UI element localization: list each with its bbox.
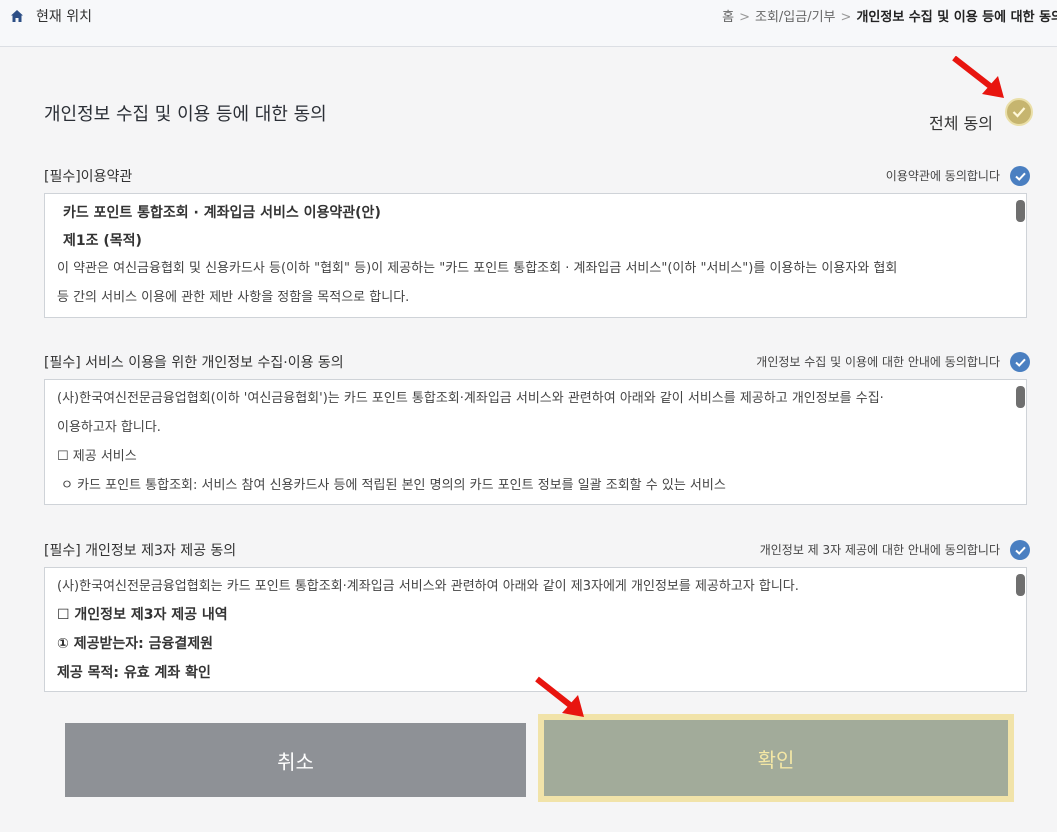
privacy-list-item: ㅇ 카드 포인트 통합조회: 서비스 참여 신용카드사 등에 적립된 본인 명의… (61, 478, 726, 493)
privacy-list-heading: ☐ 제공 서비스 (57, 449, 137, 464)
section-agree-label[interactable]: 개인정보 제 3자 제공에 대한 안내에 동의합니다 (760, 541, 1000, 558)
privacy-content-box[interactable]: (사)한국여신전문금융업협회(이하 '여신금융협회')는 카드 포인트 통합조회… (44, 379, 1027, 505)
third-party-recipient: ① 제공받는자: 금융결제원 (57, 636, 213, 652)
check-icon (1014, 172, 1026, 181)
terms-content-box[interactable]: 카드 포인트 통합조회 · 계좌입금 서비스 이용약관(안) 제1조 (목적) … (44, 193, 1027, 318)
section-terms-header: [필수]이용약관 이용약관에 동의합니다 (44, 166, 1030, 188)
section-title: [필수]이용약관 (44, 169, 133, 185)
location-bar: 현재 위치 홈 > 조회/입금/기부 > 개인정보 수집 및 이용 등에 대한 동의 (0, 0, 1057, 47)
terms-doc-title: 카드 포인트 통합조회 · 계좌입금 서비스 이용약관(안) (63, 205, 381, 221)
section-title: [필수] 서비스 이용을 위한 개인정보 수집·이용 동의 (44, 355, 344, 371)
privacy-paragraph: 이용하고자 합니다. (57, 420, 161, 435)
scrollbar-thumb[interactable] (1016, 386, 1025, 408)
cancel-button[interactable]: 취소 (65, 723, 526, 797)
third-party-paragraph: (사)한국여신전문금융업협회는 카드 포인트 통합조회·계좌입금 서비스와 관련… (57, 579, 799, 594)
section-privacy-header: [필수] 서비스 이용을 위한 개인정보 수집·이용 동의 개인정보 수집 및 … (44, 352, 1030, 374)
all-agree-check-icon[interactable] (1005, 98, 1033, 126)
red-arrow-icon (952, 56, 1004, 98)
terms-paragraph: 등 간의 서비스 이용에 관한 제반 사항을 정함을 목적으로 합니다. (57, 290, 410, 305)
scrollbar-thumb[interactable] (1016, 200, 1025, 222)
section-third-party-header: [필수] 개인정보 제3자 제공 동의 개인정보 제 3자 제공에 대한 안내에… (44, 540, 1030, 562)
breadcrumb-home[interactable]: 홈 (722, 10, 734, 25)
privacy-agree-check-icon[interactable] (1010, 352, 1030, 372)
third-party-content-box[interactable]: (사)한국여신전문금융업협회는 카드 포인트 통합조회·계좌입금 서비스와 관련… (44, 567, 1027, 692)
section-title: [필수] 개인정보 제3자 제공 동의 (44, 543, 237, 559)
third-party-agree-check-icon[interactable] (1010, 540, 1030, 560)
breadcrumb-current: 개인정보 수집 및 이용 등에 대한 동의 (856, 10, 1057, 25)
check-icon (1014, 546, 1026, 555)
third-party-heading: ☐ 개인정보 제3자 제공 내역 (57, 607, 228, 623)
check-icon (1012, 107, 1026, 118)
home-icon (11, 10, 23, 22)
scrollbar-thumb[interactable] (1016, 574, 1025, 596)
breadcrumb: 홈 > 조회/입금/기부 > 개인정보 수집 및 이용 등에 대한 동의 (722, 6, 1057, 25)
terms-agree-check-icon[interactable] (1010, 166, 1030, 186)
confirm-button[interactable]: 확인 (538, 714, 1014, 802)
page-title: 개인정보 수집 및 이용 등에 대한 동의 (44, 104, 327, 125)
check-icon (1014, 358, 1026, 367)
breadcrumb-inquiry[interactable]: 조회/입금/기부 (755, 10, 836, 25)
location-label: 현재 위치 (36, 9, 92, 25)
third-party-purpose: 제공 목적: 유효 계좌 확인 (57, 665, 211, 681)
section-agree-label[interactable]: 이용약관에 동의합니다 (886, 167, 1000, 184)
breadcrumb-separator: > (739, 10, 750, 25)
privacy-paragraph: (사)한국여신전문금융업협회(이하 '여신금융협회')는 카드 포인트 통합조회… (57, 391, 884, 406)
all-agree-label: 전체 동의 (929, 114, 993, 133)
section-agree-label[interactable]: 개인정보 수집 및 이용에 대한 안내에 동의합니다 (756, 353, 1000, 370)
red-arrow-icon (535, 676, 584, 717)
breadcrumb-separator: > (840, 10, 852, 25)
terms-paragraph: 이 약관은 여신금융협회 및 신용카드사 등(이하 "협회" 등)이 제공하는 … (57, 261, 898, 276)
terms-article-title: 제1조 (목적) (63, 233, 142, 249)
